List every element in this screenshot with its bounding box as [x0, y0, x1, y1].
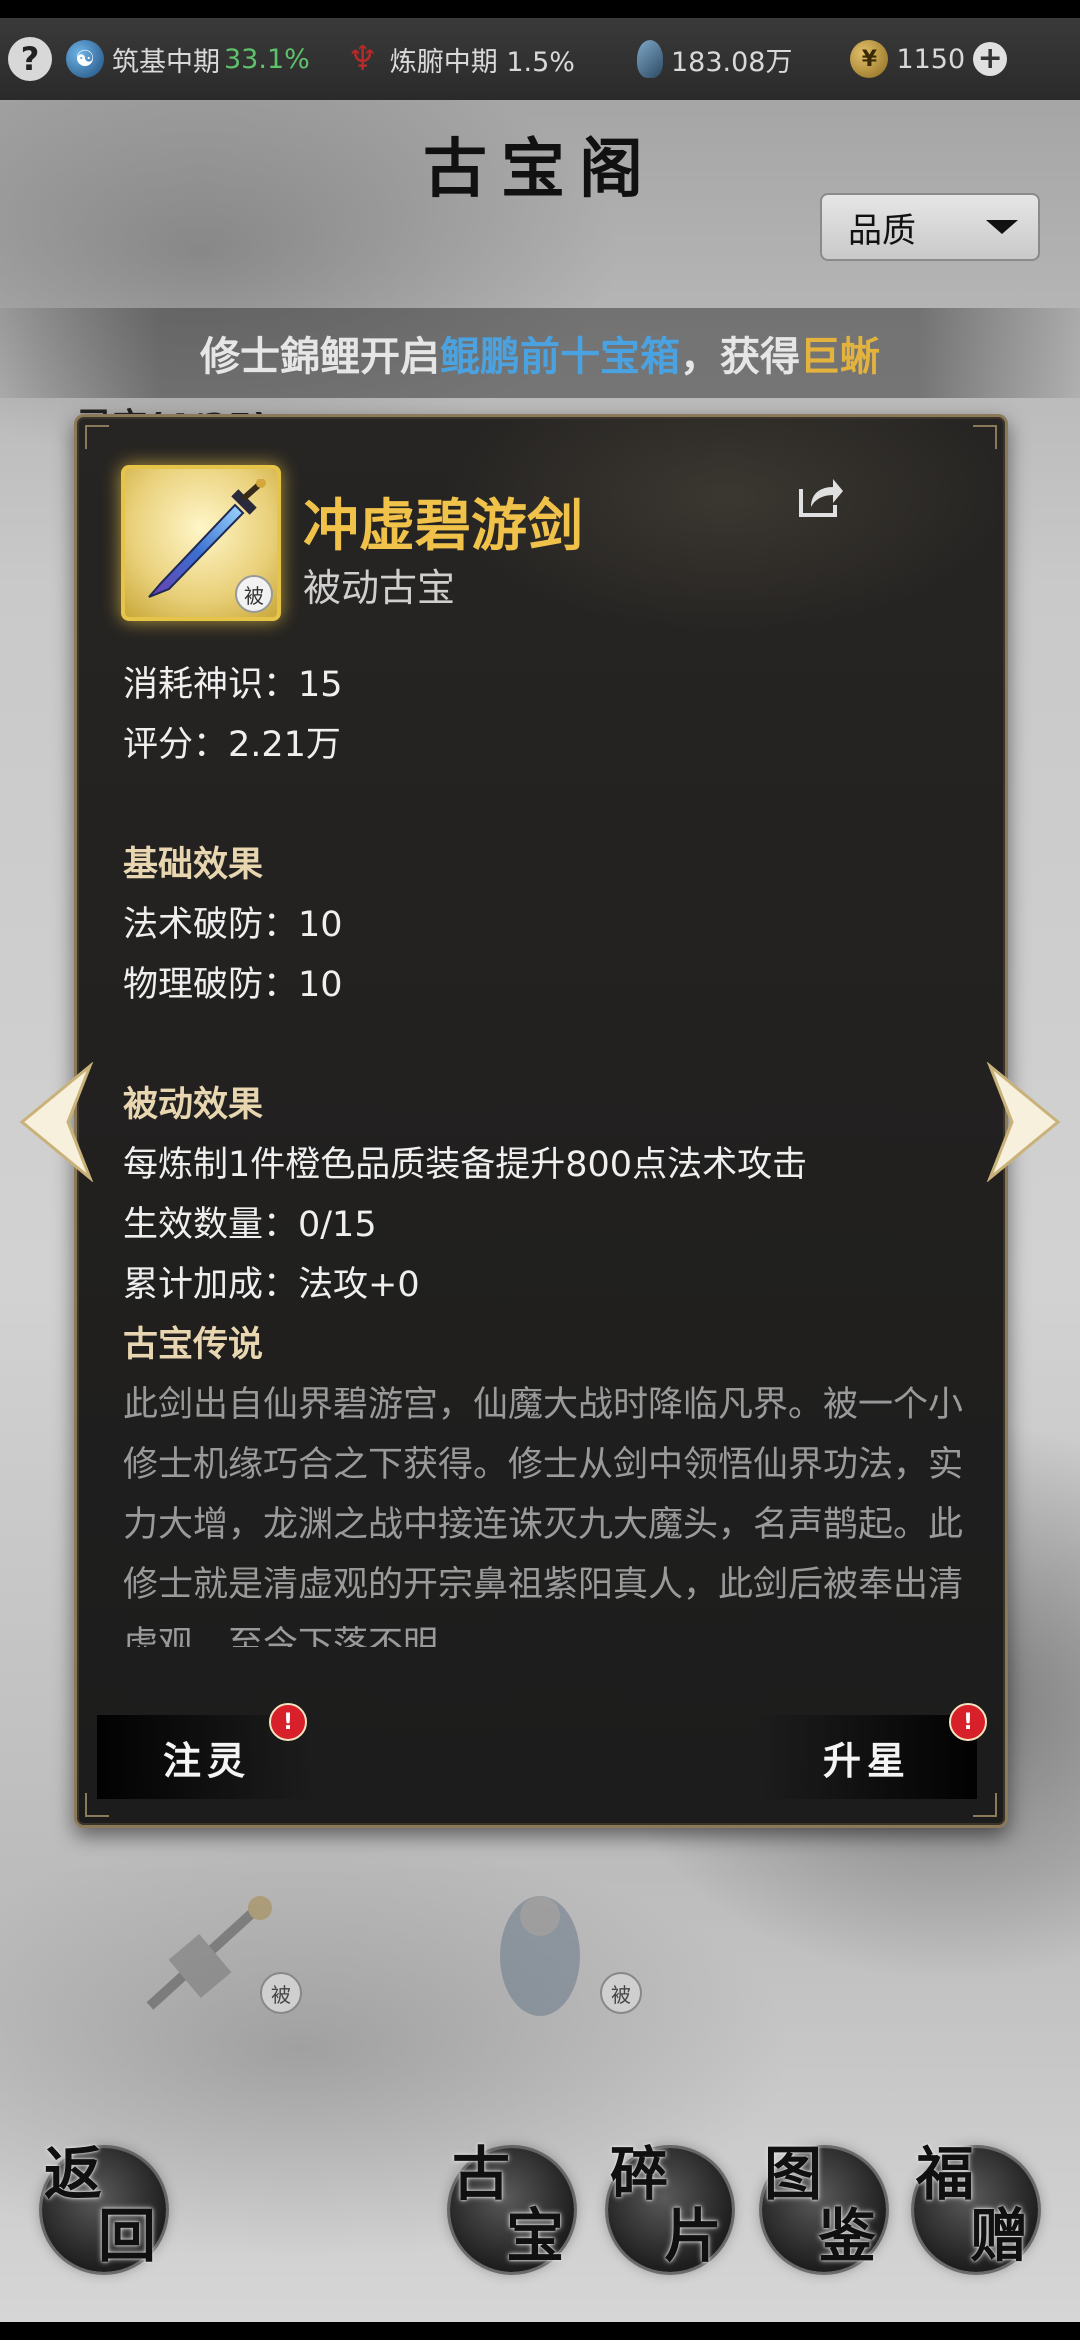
- alert-badge-icon: !: [949, 1703, 987, 1741]
- chevron-right-icon: [986, 1061, 1061, 1183]
- quality-filter-value: 品质: [848, 210, 916, 251]
- base-effects-block: 基础效果 法术破防：10 物理破防：10: [123, 835, 983, 1015]
- stats-block: 消耗神识：15 评分：2.21万: [123, 655, 983, 775]
- panel-corner-ornament: [85, 425, 109, 449]
- lore-title: 古宝传说: [123, 1315, 983, 1375]
- next-arrow-button[interactable]: [984, 1061, 1064, 1186]
- alert-badge-icon: !: [269, 1703, 307, 1741]
- marquee-chest: 鲲鹏前十宝箱: [440, 334, 680, 380]
- base-effects-title: 基础效果: [123, 845, 264, 885]
- lore-title-text: 古宝传说: [123, 1325, 264, 1365]
- spirit-stone-icon: [636, 40, 663, 78]
- nav-fragments-label-2: 片: [663, 2202, 722, 2270]
- help-button[interactable]: ?: [8, 37, 52, 81]
- passive-badge: 被: [260, 1972, 302, 2014]
- gold-coin-icon: ¥: [850, 40, 889, 78]
- realm-label: 筑基中期: [112, 46, 220, 78]
- body-refine-indicator[interactable]: ♆ 炼腑中期 1.5%: [344, 39, 575, 79]
- top-screen-edge: [0, 0, 1080, 18]
- nav-codex-label-1: 图: [763, 2140, 822, 2208]
- back-label-2: 回: [97, 2202, 156, 2270]
- treasure-grid-item[interactable]: 被: [120, 1886, 302, 2036]
- nav-codex-label-2: 鉴: [817, 2202, 876, 2270]
- infuse-label: 注灵: [162, 1737, 251, 1783]
- consumption-stat: 消耗神识：15: [123, 665, 343, 705]
- share-icon: [799, 479, 843, 517]
- yinyang-icon: ☯: [66, 40, 104, 78]
- item-icon: 被: [121, 465, 281, 621]
- star-up-label: 升星: [822, 1737, 911, 1783]
- spirit-stone-count: 183.08万: [670, 46, 793, 78]
- gold-indicator: ¥ 1150 +: [850, 40, 1008, 78]
- resource-bar: ? ☯ 筑基中期 33.1% ♆ 炼腑中期 1.5% 183.08万 ¥ 115…: [0, 18, 1080, 100]
- passive-effect-line: 每炼制1件橙色品质装备提升800点法术攻击: [123, 1145, 808, 1185]
- previous-arrow-button[interactable]: [16, 1061, 96, 1186]
- item-type: 被动古宝: [303, 566, 456, 610]
- base-effect-line: 法术破防：10: [123, 905, 343, 945]
- realm-progress: 33.1%: [224, 43, 310, 75]
- passive-badge: 被: [235, 575, 273, 613]
- passive-effect-line: 生效数量：0/15: [123, 1205, 377, 1245]
- quality-filter-dropdown[interactable]: 品质: [820, 193, 1040, 261]
- realm-indicator[interactable]: ☯ 筑基中期 33.1%: [66, 40, 310, 79]
- lore-text[interactable]: 此剑出自仙界碧游宫，仙魔大战时降临凡界。被一个小修士机缘巧合之下获得。修士从剑中…: [123, 1375, 983, 1647]
- figure-icon: [500, 1896, 580, 2016]
- flame-icon: ♆: [347, 39, 379, 79]
- nav-gift-label-2: 赠: [969, 2202, 1028, 2270]
- passive-effect-line: 累计加成：法攻+0: [123, 1265, 420, 1305]
- star-up-button[interactable]: 升星: [757, 1715, 977, 1799]
- share-button[interactable]: [797, 475, 845, 523]
- spirit-stone-indicator[interactable]: 183.08万: [636, 40, 793, 79]
- passive-badge: 被: [600, 1972, 642, 2014]
- passive-effects-block: 被动效果 每炼制1件橙色品质装备提升800点法术攻击 生效数量：0/15 累计加…: [123, 1075, 983, 1315]
- treasure-detail-panel: 被 冲虚碧游剑 被动古宝 消耗神识：15 评分：2.21万 基础效果 法术破防：…: [74, 414, 1008, 1828]
- add-gold-button[interactable]: +: [973, 42, 1008, 76]
- broadcast-marquee: 修士錦鲤开启 鲲鹏前十宝箱 ，获得 巨蜥: [0, 308, 1080, 398]
- marquee-mid: ，获得: [680, 334, 800, 380]
- panel-corner-ornament: [973, 425, 997, 449]
- chevron-left-icon: [19, 1061, 94, 1183]
- nav-gift-label-1: 福: [915, 2140, 974, 2208]
- item-name: 冲虚碧游剑: [303, 494, 583, 559]
- marquee-reward: 巨蜥: [800, 334, 880, 380]
- chevron-down-icon: [986, 220, 1018, 234]
- body-refine-label: 炼腑中期 1.5%: [389, 46, 575, 78]
- marquee-prefix: 修士錦鲤开启: [200, 334, 440, 380]
- back-label-1: 返: [43, 2140, 102, 2208]
- base-effect-line: 物理破防：10: [123, 965, 343, 1005]
- treasure-grid-item[interactable]: 被: [460, 1886, 642, 2036]
- weapon-icon: [146, 1896, 272, 2010]
- bottom-screen-edge: [0, 2322, 1080, 2340]
- score-stat: 评分：2.21万: [123, 725, 341, 765]
- gold-count: 1150: [896, 43, 966, 75]
- nav-treasure-label-2: 宝: [505, 2202, 564, 2270]
- nav-fragments-label-1: 碎: [609, 2140, 668, 2208]
- nav-treasure-label-1: 古: [451, 2140, 510, 2208]
- passive-effects-title: 被动效果: [123, 1085, 264, 1125]
